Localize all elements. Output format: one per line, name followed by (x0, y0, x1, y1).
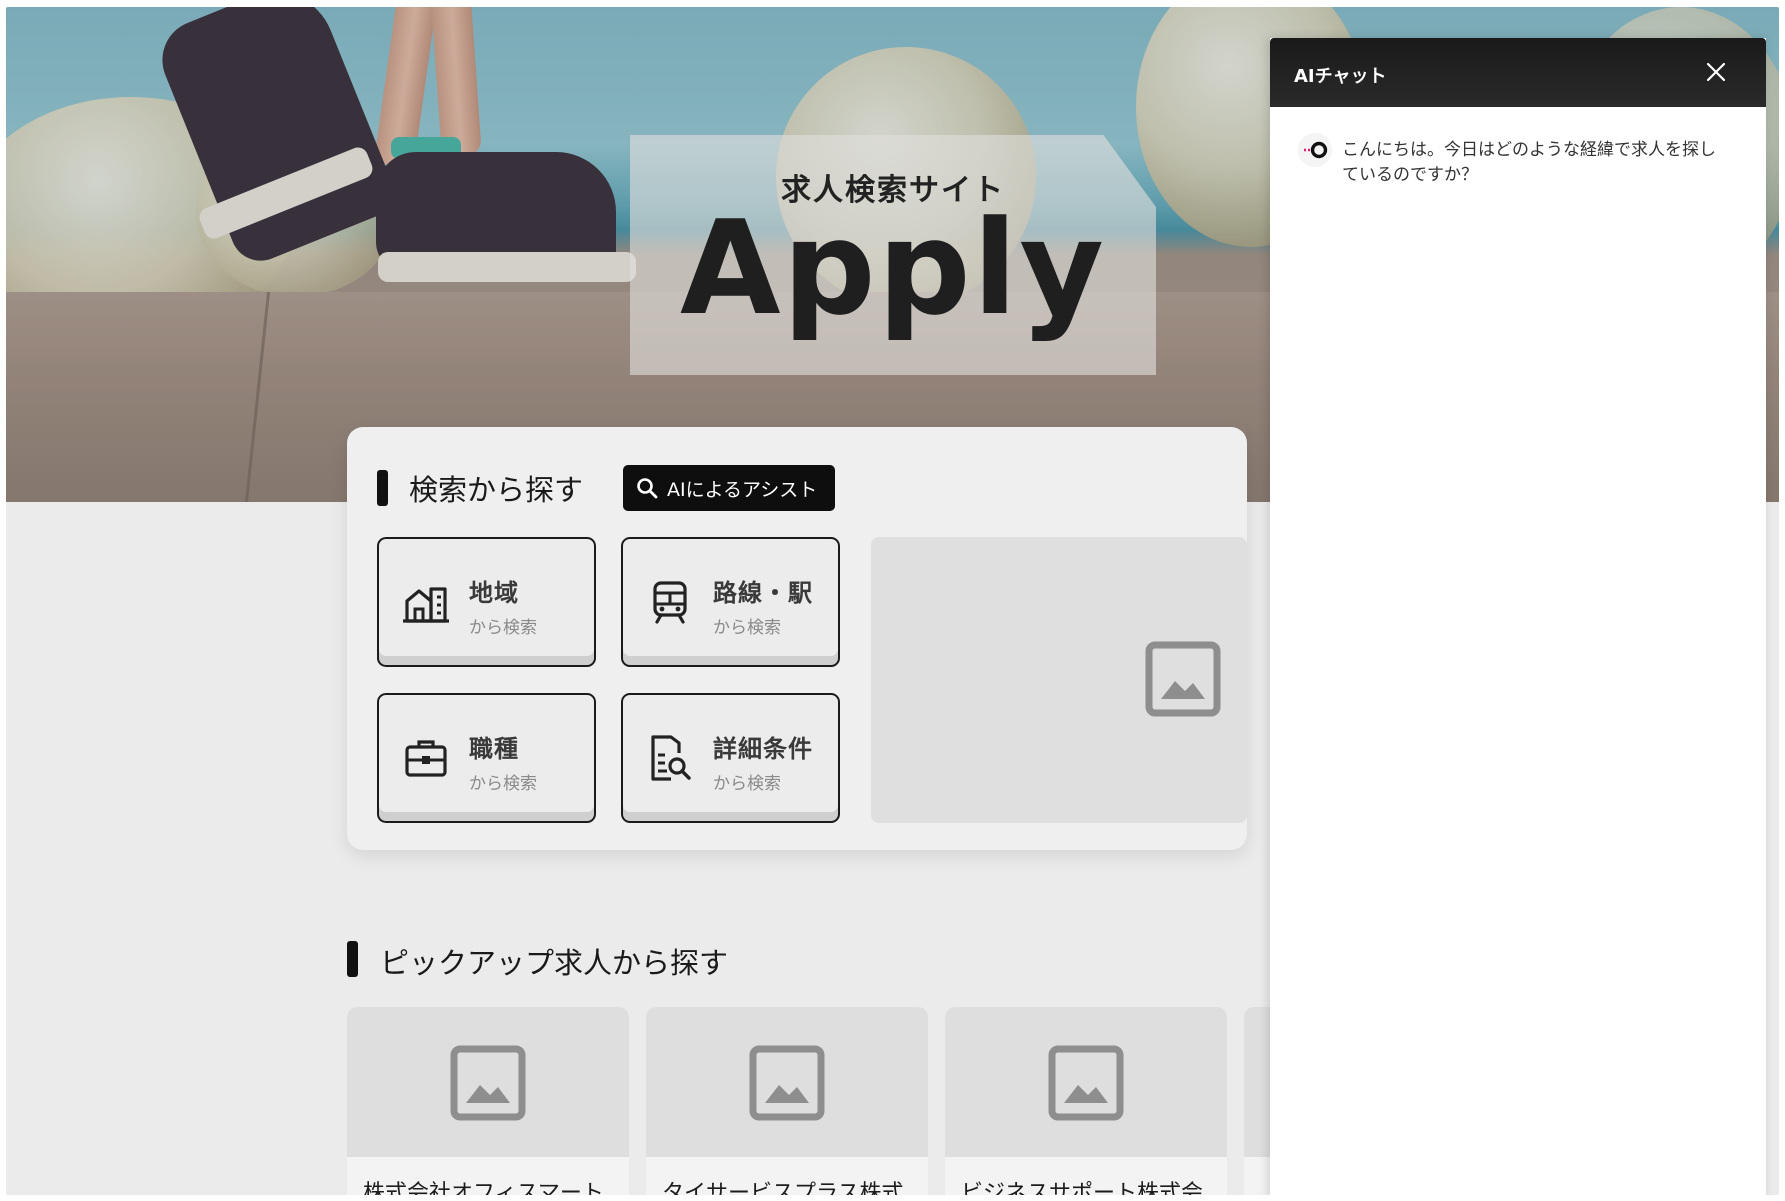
briefcase-icon (405, 740, 447, 777)
company-name: タイサービスプラス株式 (662, 1181, 904, 1195)
search-by-area-button[interactable]: 地域 から検索 (377, 537, 596, 667)
image-placeholder (871, 537, 1247, 823)
pickup-section-title: ピックアップ求人から探す (380, 946, 729, 980)
section-marker (347, 941, 358, 977)
category-sublabel: から検索 (469, 618, 537, 638)
ai-avatar (1298, 133, 1332, 167)
company-name: ビジネスサポート株式会 (961, 1181, 1204, 1195)
category-label: 路線・駅 (713, 579, 813, 607)
chat-header: AIチャット (1270, 38, 1766, 107)
brand-logo: Apply (679, 192, 1107, 344)
search-by-job-type-button[interactable]: 職種 から検索 (377, 693, 596, 823)
category-sublabel: から検索 (469, 774, 537, 794)
close-icon[interactable] (1700, 56, 1732, 88)
search-section-title: 検索から探す (409, 473, 584, 507)
category-label: 詳細条件 (713, 735, 813, 763)
image-icon (749, 1045, 825, 1121)
search-by-station-button[interactable]: 路線・駅 から検索 (621, 537, 840, 667)
search-card: 検索から探す AIによるアシスト 地域 から検索 路線・駅 から検索 職種 から… (347, 427, 1247, 850)
image-icon (450, 1045, 526, 1121)
ai-assist-label: AIによるアシスト (667, 478, 818, 501)
section-marker (377, 470, 388, 506)
building-icon (403, 587, 449, 623)
job-image-placeholder (945, 1007, 1227, 1157)
ai-logo-icon (1304, 141, 1328, 159)
chat-message: こんにちは。今日はどのような経緯で求人を探しているのですか？ (1342, 140, 1716, 185)
search-icon (637, 478, 658, 499)
company-name: 株式会社オフィスマート (363, 1181, 604, 1195)
job-image-placeholder (646, 1007, 928, 1157)
chat-title: AIチャット (1294, 66, 1387, 87)
ai-assist-button[interactable]: AIによるアシスト (623, 465, 835, 511)
page-frame: 求人検索サイト Apply 検索から探す AIによるアシスト 地域 から検索 路… (6, 7, 1779, 1195)
job-card[interactable]: ビジネスサポート株式会 (945, 1007, 1227, 1195)
category-label: 職種 (469, 735, 519, 763)
job-image-placeholder (347, 1007, 629, 1157)
search-by-details-button[interactable]: 詳細条件 から検索 (621, 693, 840, 823)
category-sublabel: から検索 (713, 774, 781, 794)
image-icon (1145, 641, 1221, 717)
document-search-icon (651, 735, 691, 781)
train-icon (653, 581, 687, 624)
job-card[interactable]: タイサービスプラス株式 (646, 1007, 928, 1195)
image-icon (1048, 1045, 1124, 1121)
job-card[interactable]: 株式会社オフィスマート (347, 1007, 629, 1195)
category-label: 地域 (469, 579, 519, 607)
ai-chat-panel: AIチャット こんにちは。今日はどのような経緯で求人を探しているのですか？ (1270, 38, 1766, 1195)
category-sublabel: から検索 (713, 618, 781, 638)
